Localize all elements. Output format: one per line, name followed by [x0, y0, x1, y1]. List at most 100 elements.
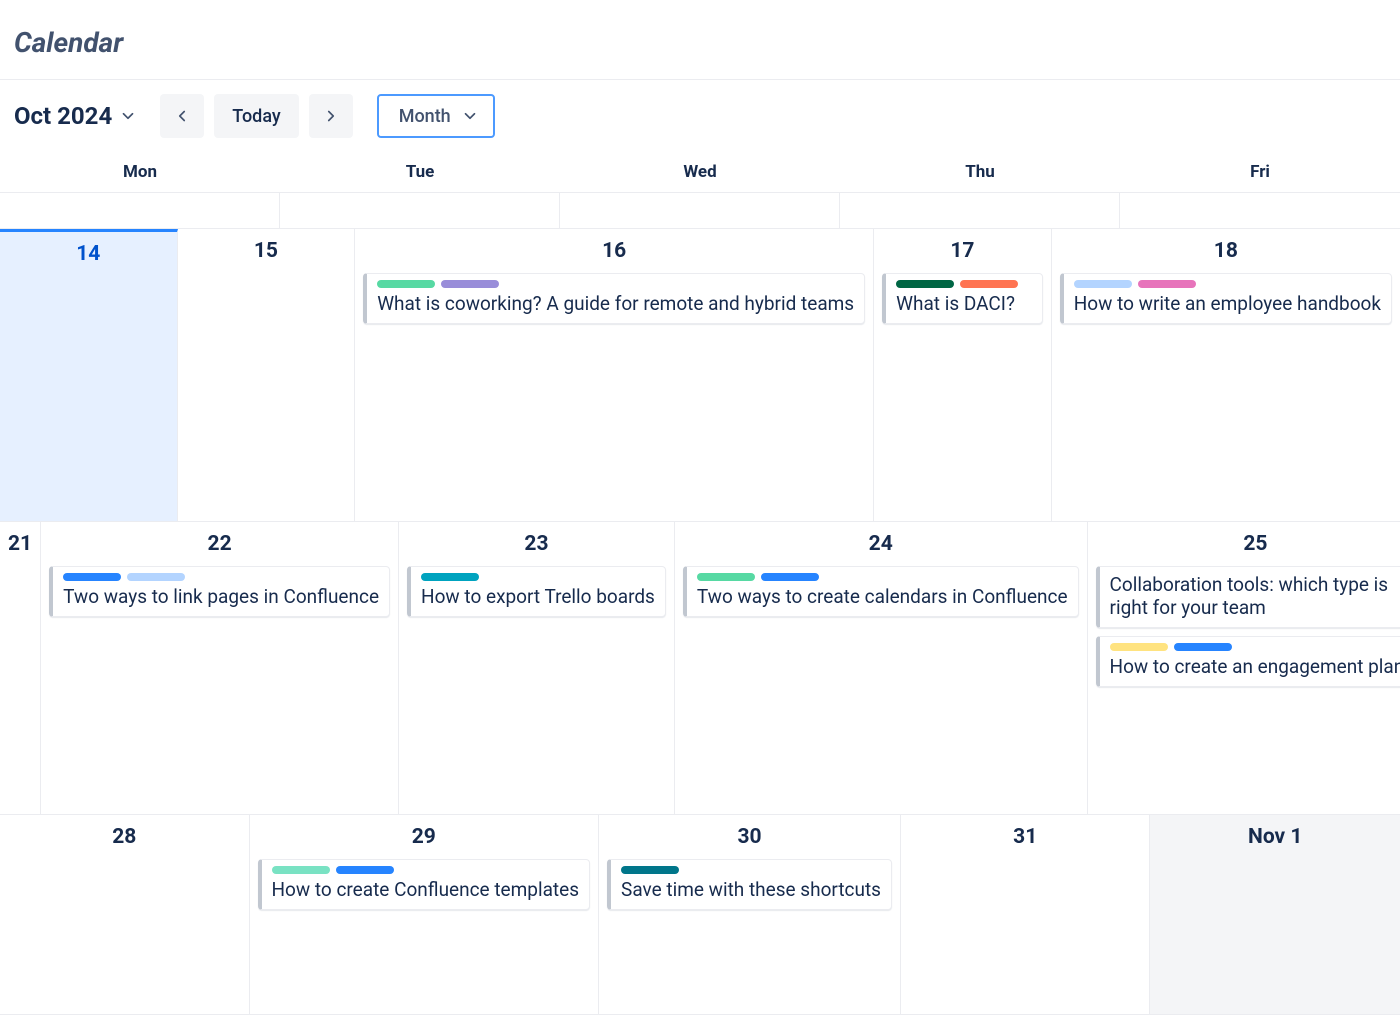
day-number: 25 [1096, 528, 1400, 566]
calendar-cell[interactable]: 24 Two ways to create calendars in Conflu… [675, 522, 1088, 815]
event-title: Two ways to link pages in Confluence [63, 585, 379, 608]
day-headers: Mon Tue Wed Thu Fri [0, 152, 1400, 193]
month-picker[interactable]: Oct 2024 [14, 102, 150, 130]
next-button[interactable] [309, 94, 353, 138]
calendar-event[interactable]: How to create an engagement plan [1096, 636, 1400, 687]
calendar-event[interactable]: Save time with these shortcuts [607, 859, 892, 910]
month-label: Oct 2024 [14, 102, 112, 130]
event-title: How to create Confluence templates [272, 878, 580, 901]
event-title: What is DACI? [896, 292, 1032, 315]
event-title: Save time with these shortcuts [621, 878, 881, 901]
day-number: 16 [363, 235, 865, 273]
event-title: How to write an employee handbook [1074, 292, 1381, 315]
calendar-cell[interactable] [1120, 193, 1400, 229]
event-title: What is coworking? A guide for remote an… [377, 292, 854, 315]
event-title: How to export Trello boards [421, 585, 655, 608]
event-tags [377, 280, 854, 288]
day-number: Nov 1 [1158, 821, 1392, 859]
calendar-cell[interactable]: 18 How to write an employee handbook [1052, 229, 1400, 522]
calendar-event[interactable]: What is DACI? [882, 273, 1043, 324]
event-tag [441, 280, 499, 288]
calendar-cell[interactable]: 29 How to create Confluence templates [250, 815, 600, 1015]
event-tags [272, 866, 580, 874]
day-number: 22 [49, 528, 390, 566]
calendar-event[interactable]: Two ways to link pages in Confluence [49, 566, 390, 617]
calendar-cell[interactable]: Nov 1 [1150, 815, 1400, 1015]
calendar-event[interactable]: How to export Trello boards [407, 566, 666, 617]
event-tag [960, 280, 1018, 288]
event-tag [896, 280, 954, 288]
event-tag [377, 280, 435, 288]
calendar-event[interactable]: What is coworking? A guide for remote an… [363, 273, 865, 324]
calendar-event[interactable]: Collaboration tools: which type is right… [1096, 566, 1400, 628]
today-button[interactable]: Today [214, 94, 299, 138]
day-header-wed: Wed [560, 152, 840, 192]
day-number: 18 [1060, 235, 1392, 273]
event-title: Two ways to create calendars in Confluen… [697, 585, 1068, 608]
event-tag [1174, 643, 1232, 651]
calendar-cell[interactable]: 16 What is coworking? A guide for remote … [355, 229, 874, 522]
calendar-event[interactable]: Two ways to create calendars in Confluen… [683, 566, 1079, 617]
event-tag [621, 866, 679, 874]
day-header-tue: Tue [280, 152, 560, 192]
chevron-down-icon [461, 107, 479, 125]
calendar-row: 21 22 Two ways to link pages in Confluence… [0, 522, 1400, 815]
view-selector-label: Month [399, 106, 451, 127]
event-title: Collaboration tools: which type is right… [1110, 573, 1400, 619]
day-number: 21 [8, 528, 32, 566]
calendar-event[interactable]: How to write an employee handbook [1060, 273, 1392, 324]
day-number: 24 [683, 528, 1079, 566]
calendar-cell[interactable]: 25 Collaboration tools: which type is rig… [1088, 522, 1400, 815]
day-number: 23 [407, 528, 666, 566]
event-tag [697, 573, 755, 581]
day-header-fri: Fri [1120, 152, 1400, 192]
event-tag [63, 573, 121, 581]
calendar-cell[interactable]: 17 What is DACI? [874, 229, 1052, 522]
calendar-cell[interactable] [280, 193, 560, 229]
calendar-row: 28 29 How to create Confluence templates 30… [0, 815, 1400, 1015]
calendar-row: 14 15 16 What is coworking? A guide for rem… [0, 229, 1400, 522]
event-tags [621, 866, 881, 874]
event-tags [421, 573, 655, 581]
event-tags [63, 573, 379, 581]
event-tags [697, 573, 1068, 581]
day-number: 17 [882, 235, 1043, 273]
event-tag [761, 573, 819, 581]
day-number: 14 [8, 238, 169, 276]
day-header-thu: Thu [840, 152, 1120, 192]
calendar-cell[interactable]: 30 Save time with these shortcuts [599, 815, 901, 1015]
chevron-left-icon [173, 107, 191, 125]
day-number: 15 [186, 235, 347, 273]
event-tag [127, 573, 185, 581]
event-tags [1110, 643, 1400, 651]
calendar-cell[interactable]: 23 How to export Trello boards [399, 522, 675, 815]
view-selector[interactable]: Month [377, 94, 495, 138]
prev-button[interactable] [160, 94, 204, 138]
event-tag [1074, 280, 1132, 288]
calendar-cell[interactable]: 14 [0, 229, 178, 522]
calendar-cell[interactable]: 28 [0, 815, 250, 1015]
calendar-cell[interactable]: 15 [178, 229, 356, 522]
day-number: 31 [909, 821, 1142, 859]
event-tag [336, 866, 394, 874]
page-title: Calendar [0, 0, 1400, 79]
calendar-cell[interactable]: 31 [901, 815, 1151, 1015]
calendar-cell[interactable]: 22 Two ways to link pages in Confluence [41, 522, 399, 815]
day-number: 28 [8, 821, 241, 859]
day-number: 29 [258, 821, 591, 859]
calendar-row [0, 193, 1400, 229]
calendar-cell[interactable] [560, 193, 840, 229]
day-number: 30 [607, 821, 892, 859]
chevron-down-icon [118, 106, 138, 126]
calendar-cell[interactable] [0, 193, 280, 229]
event-tag [1110, 643, 1168, 651]
calendar-toolbar: Oct 2024 Today Month [0, 80, 1400, 152]
chevron-right-icon [322, 107, 340, 125]
calendar-cell[interactable]: 21 [0, 522, 41, 815]
event-tags [896, 280, 1032, 288]
calendar-grid: 14 15 16 What is coworking? A guide for rem… [0, 193, 1400, 1015]
event-tag [421, 573, 479, 581]
calendar-event[interactable]: How to create Confluence templates [258, 859, 591, 910]
event-tags [1074, 280, 1381, 288]
calendar-cell[interactable] [840, 193, 1120, 229]
